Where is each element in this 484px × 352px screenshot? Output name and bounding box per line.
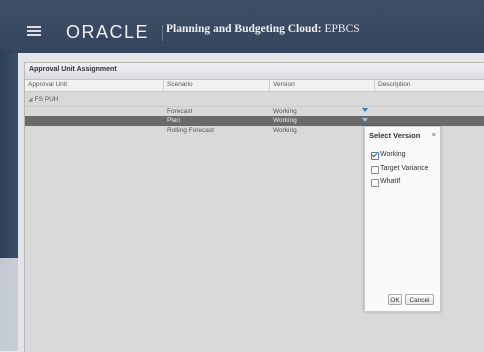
left-strip-shade (0, 258, 18, 351)
panel-header: Approval Unit Assignment (25, 63, 484, 80)
scenario-cell: Forecast (167, 108, 193, 115)
oracle-logo: ORACLE (66, 22, 150, 42)
scenario-cell: Plan (167, 117, 181, 124)
column-version[interactable]: Version (273, 81, 295, 88)
version-dropdown-icon[interactable] (362, 108, 368, 112)
column-approval-unit[interactable]: Approval Unit (28, 81, 67, 88)
app-title: Planning and Budgeting Cloud: EPBCS (166, 23, 360, 35)
app-subtitle: EPBCS (324, 23, 360, 35)
tree-row[interactable]: ◢ FS PUH (25, 95, 484, 105)
select-version-popup: Select Version × Working Target Variance… (364, 126, 441, 312)
tree-collapse-icon[interactable]: ◢ (28, 97, 33, 103)
version-cell[interactable]: Working (273, 108, 297, 115)
checkbox-icon[interactable] (371, 179, 379, 187)
option-label: WhatIf (380, 178, 401, 185)
scenario-cell: Rolling Forecast (167, 127, 214, 134)
close-icon[interactable]: × (432, 130, 436, 139)
grid-column-header: Approval Unit Scenario Version Descripti… (25, 80, 484, 92)
checkbox-icon[interactable] (371, 166, 379, 174)
version-cell[interactable]: Working (273, 117, 297, 124)
version-dropdown-icon[interactable] (362, 118, 368, 122)
header-divider (162, 25, 163, 41)
cancel-button[interactable]: Cancel (405, 294, 434, 305)
version-cell[interactable]: Working (273, 127, 297, 134)
popup-title: Select Version (369, 131, 421, 140)
app-title-text: Planning and Budgeting Cloud: (166, 23, 322, 35)
panel-title: Approval Unit Assignment (29, 66, 117, 73)
top-header-bar: ORACLE Planning and Budgeting Cloud: EPB… (0, 0, 484, 53)
column-divider (374, 80, 375, 91)
option-label: Working (380, 151, 406, 158)
checkbox-checked-icon[interactable] (371, 152, 379, 160)
column-scenario[interactable]: Scenario (167, 81, 193, 88)
version-option-working[interactable]: Working (370, 151, 440, 161)
version-option-whatif[interactable]: WhatIf (370, 178, 440, 188)
tree-node[interactable]: ◢ FS PUH (28, 96, 58, 103)
ok-button[interactable]: OK (388, 294, 402, 305)
left-side-strip (0, 53, 18, 351)
column-divider (163, 80, 164, 91)
tree-node-label: FS PUH (34, 96, 59, 103)
option-label: Target Variance (380, 165, 429, 172)
hamburger-menu-icon[interactable] (27, 26, 41, 36)
column-divider (269, 80, 270, 91)
version-option-target-variance[interactable]: Target Variance (370, 165, 440, 175)
table-row-selected[interactable]: Plan Working (25, 116, 484, 126)
column-description[interactable]: Description (378, 81, 411, 88)
